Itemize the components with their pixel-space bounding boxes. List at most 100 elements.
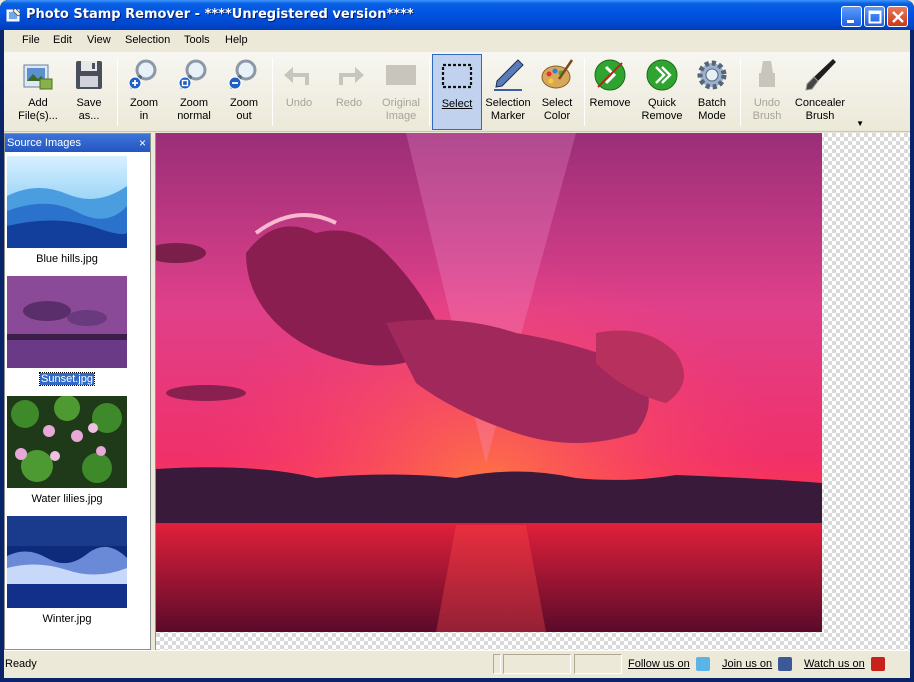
panel-close-icon[interactable]: ×	[139, 136, 146, 150]
concealer-brush-button[interactable]: Concealer Brush	[793, 54, 847, 130]
menu-edit[interactable]: Edit	[53, 34, 72, 46]
concealer-brush-label: Concealer Brush	[794, 97, 846, 122]
thumbnail-label: Sunset.jpg	[39, 372, 95, 386]
redo-icon	[339, 67, 364, 85]
join-us-text: Join us on	[722, 657, 773, 670]
facebook-link[interactable]: Join us on	[722, 654, 793, 674]
twitter-link[interactable]: Follow us on	[628, 654, 710, 674]
toolbar: Add File(s)... Save as... Zoom in Zoom n…	[4, 52, 910, 132]
undo-label: Undo	[285, 97, 313, 109]
thumbnail-winter[interactable]	[7, 516, 127, 608]
add-files-button[interactable]: Add File(s)...	[10, 54, 66, 130]
youtube-icon	[870, 657, 885, 671]
window-title: Photo Stamp Remover - ****Unregistered v…	[26, 7, 414, 22]
select-button[interactable]: Select	[432, 54, 482, 130]
status-text: Ready	[5, 658, 37, 670]
selection-marker-label: Selection Marker	[485, 97, 531, 122]
redo-label: Redo	[335, 97, 363, 109]
status-panel	[493, 654, 501, 674]
app-icon	[6, 7, 22, 22]
zoom-normal-label: Zoom normal	[177, 97, 211, 122]
save-as-label: Save as...	[76, 97, 102, 122]
thumbnail-water-lilies[interactable]	[7, 396, 127, 488]
status-panel	[574, 654, 622, 674]
undo-icon	[284, 67, 309, 85]
select-color-label: Select Color	[541, 97, 573, 122]
toolbar-separator	[272, 58, 273, 126]
zoom-normal-button[interactable]: Zoom normal	[172, 54, 216, 130]
zoom-out-icon	[228, 59, 257, 90]
minimize-button[interactable]	[841, 6, 862, 27]
client-area: File Edit View Selection Tools Help Add …	[4, 30, 910, 678]
source-images-panel: Source Images × Blue hills.jpg Sunset.jp…	[4, 133, 151, 650]
panel-title: Source Images	[7, 137, 81, 149]
add-files-label: Add File(s)...	[18, 97, 58, 122]
thumbnail-blue-hills[interactable]	[7, 156, 127, 248]
status-panel	[503, 654, 571, 674]
maximize-icon	[868, 10, 882, 24]
quick-remove-label: Quick Remove	[641, 97, 683, 122]
thumbnail-list[interactable]: Blue hills.jpg Sunset.jpg Water lilies.j…	[5, 152, 150, 649]
close-button[interactable]	[887, 6, 908, 27]
menu-tools[interactable]: Tools	[184, 34, 210, 46]
close-icon	[892, 11, 904, 23]
maximize-button[interactable]	[864, 6, 885, 27]
menu-selection[interactable]: Selection	[125, 34, 170, 46]
quick-remove-button[interactable]: Quick Remove	[640, 54, 684, 130]
undo-brush-icon	[759, 61, 775, 87]
batch-mode-button[interactable]: Batch Mode	[690, 54, 734, 130]
toolbar-separator	[584, 58, 585, 126]
menu-help[interactable]: Help	[225, 34, 248, 46]
youtube-link[interactable]: Watch us on	[804, 654, 885, 674]
image-canvas[interactable]	[155, 133, 910, 650]
minimize-icon	[847, 20, 854, 23]
original-image-icon	[386, 65, 416, 85]
menu-file[interactable]: File	[22, 34, 40, 46]
rectangle-select-icon	[441, 63, 473, 89]
save-as-button[interactable]: Save as...	[64, 54, 114, 130]
select-label: Select	[441, 98, 473, 110]
zoom-in-icon	[128, 59, 157, 90]
marker-pen-icon	[494, 59, 524, 91]
toolbar-separator	[429, 58, 430, 126]
gear-icon	[697, 60, 727, 90]
undo-brush-label: Undo Brush	[752, 97, 782, 122]
toolbar-separator	[117, 58, 118, 126]
facebook-icon	[778, 657, 793, 671]
toolbar-separator	[740, 58, 741, 126]
original-image-button[interactable]: Original Image	[376, 54, 426, 130]
add-files-icon	[23, 64, 53, 90]
remove-button[interactable]: Remove	[588, 54, 632, 130]
remove-run-icon	[594, 59, 626, 91]
thumbnail-label: Winter.jpg	[42, 613, 92, 625]
floppy-disk-icon	[76, 61, 102, 89]
quick-remove-icon	[646, 59, 678, 91]
zoom-out-button[interactable]: Zoom out	[222, 54, 266, 130]
thumbnail-label: Water lilies.jpg	[31, 493, 103, 505]
batch-mode-label: Batch Mode	[697, 97, 727, 122]
follow-us-text: Follow us on	[628, 657, 690, 670]
remove-label: Remove	[589, 97, 631, 109]
sunset-photo[interactable]	[156, 133, 822, 632]
panel-header: Source Images ×	[5, 134, 150, 152]
thumbnail-label: Blue hills.jpg	[36, 253, 98, 265]
brush-icon	[805, 59, 836, 91]
status-bar: Ready Follow us on Join us on Watch us o…	[4, 650, 910, 674]
select-color-button[interactable]: Select Color	[535, 54, 579, 130]
zoom-in-button[interactable]: Zoom in	[122, 54, 166, 130]
menu-bar: File Edit View Selection Tools Help	[4, 30, 910, 52]
title-bar[interactable]: Photo Stamp Remover - ****Unregistered v…	[0, 0, 914, 30]
selection-marker-button[interactable]: Selection Marker	[483, 54, 533, 130]
palette-icon	[541, 59, 574, 89]
toolbar-overflow-icon[interactable]: ▼	[856, 119, 864, 128]
twitter-icon	[695, 657, 710, 671]
watch-us-text: Watch us on	[804, 657, 865, 670]
zoom-out-label: Zoom out	[229, 97, 259, 122]
zoom-normal-icon	[178, 59, 207, 90]
app-window: Photo Stamp Remover - ****Unregistered v…	[0, 0, 914, 682]
undo-brush-button[interactable]: Undo Brush	[745, 54, 789, 130]
undo-button[interactable]: Undo	[277, 54, 321, 130]
menu-view[interactable]: View	[87, 34, 111, 46]
thumbnail-sunset[interactable]	[7, 276, 127, 368]
redo-button[interactable]: Redo	[327, 54, 371, 130]
